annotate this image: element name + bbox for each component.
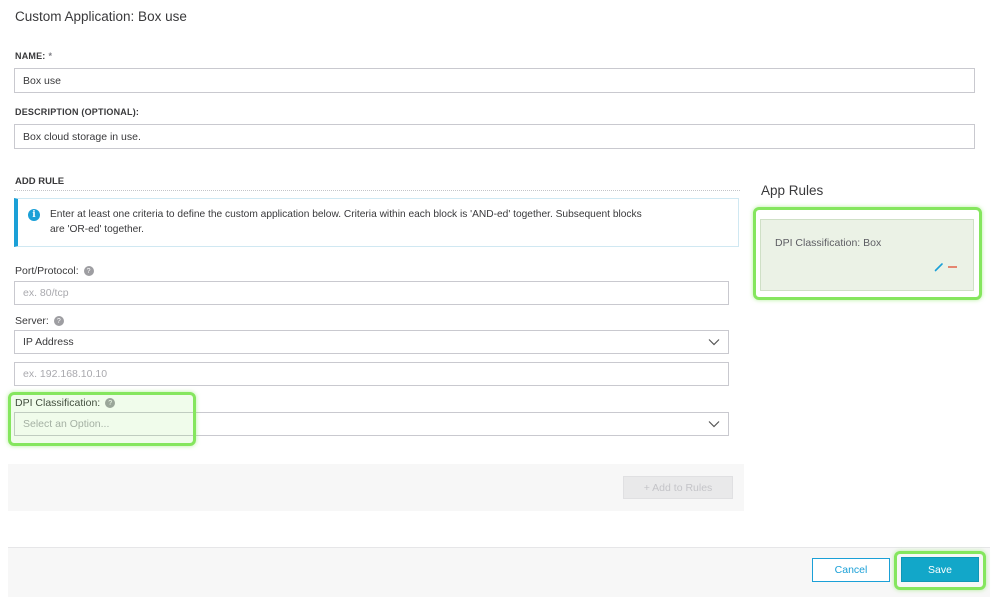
- port-protocol-placeholder: ex. 80/tcp: [23, 287, 69, 299]
- add-to-rules-button[interactable]: + Add to Rules: [623, 476, 733, 499]
- name-input[interactable]: Box use: [14, 68, 975, 93]
- save-button[interactable]: Save: [901, 557, 979, 582]
- server-label-text: Server:: [15, 315, 49, 327]
- description-input[interactable]: Box cloud storage in use.: [14, 124, 975, 149]
- name-label: NAME: *: [15, 51, 52, 61]
- server-ip-input[interactable]: ex. 192.168.10.10: [14, 362, 729, 386]
- server-label: Server: ?: [15, 315, 64, 327]
- server-ip-placeholder: ex. 192.168.10.10: [23, 368, 108, 380]
- help-icon[interactable]: ?: [53, 316, 64, 326]
- server-select[interactable]: IP Address: [14, 330, 729, 354]
- app-rules-title: App Rules: [761, 183, 824, 198]
- delete-icon[interactable]: [947, 262, 958, 272]
- name-input-value: Box use: [23, 74, 61, 87]
- section-divider: [14, 190, 740, 191]
- description-label: DESCRIPTION (OPTIONAL):: [15, 107, 140, 117]
- edit-icon[interactable]: [934, 262, 944, 272]
- chevron-down-icon: [708, 339, 720, 346]
- info-text-line1: Enter at least one criteria to define th…: [50, 209, 642, 220]
- rule-card: DPI Classification: Box: [760, 219, 974, 291]
- rule-card-text: DPI Classification: Box: [775, 237, 882, 249]
- info-text-line2: are 'OR-ed' together.: [50, 224, 144, 235]
- add-rule-heading: ADD RULE: [15, 176, 65, 187]
- help-icon[interactable]: ?: [83, 266, 94, 276]
- page-title: Custom Application: Box use: [15, 9, 187, 24]
- cancel-button[interactable]: Cancel: [812, 558, 890, 582]
- info-banner: i Enter at least one criteria to define …: [14, 198, 739, 247]
- server-select-value: IP Address: [23, 336, 74, 348]
- chevron-down-icon: [708, 421, 720, 428]
- info-icon: i: [28, 209, 40, 221]
- port-protocol-input[interactable]: ex. 80/tcp: [14, 281, 729, 305]
- name-label-text: NAME:: [15, 51, 46, 61]
- port-protocol-label-text: Port/Protocol:: [15, 265, 79, 277]
- info-text: Enter at least one criteria to define th…: [50, 207, 642, 237]
- required-mark: *: [48, 51, 53, 61]
- port-protocol-label: Port/Protocol: ?: [15, 265, 94, 277]
- description-input-value: Box cloud storage in use.: [23, 130, 141, 143]
- dpi-highlight-fill: [11, 394, 193, 444]
